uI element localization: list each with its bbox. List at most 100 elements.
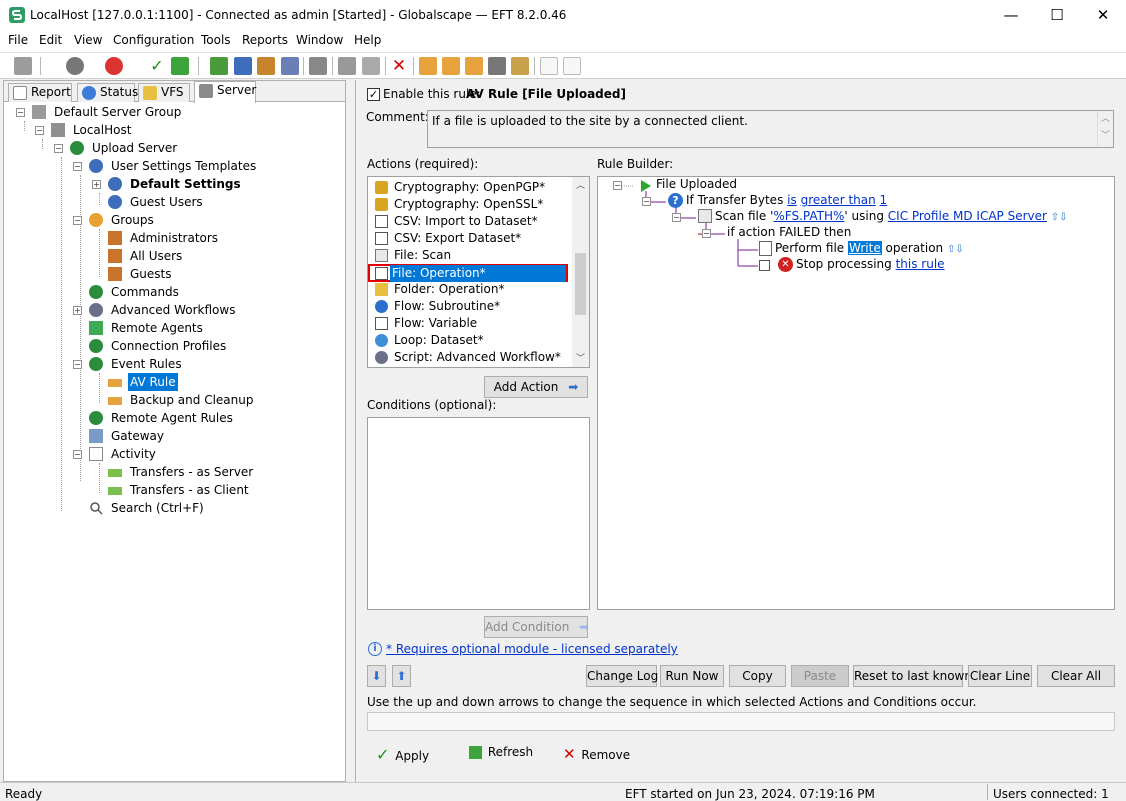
change-log-button[interactable]: Change Log — [586, 665, 658, 687]
apply-button[interactable]: ✓ Apply — [376, 745, 429, 764]
rule-tree-expander[interactable]: − — [613, 181, 622, 190]
folder-open-icon[interactable] — [362, 57, 380, 75]
menu-window[interactable]: Window — [296, 33, 343, 47]
refresh-button[interactable]: Refresh — [469, 745, 533, 759]
tree-item-transfers-as-server[interactable]: Transfers - as Server — [108, 463, 308, 481]
tab-server[interactable]: Server — [194, 81, 256, 103]
reset-to-last-known-button[interactable]: Reset to last known — [853, 665, 972, 687]
add-action-button[interactable]: Add Action ➡ — [484, 376, 588, 398]
stop-processing-checkbox[interactable] — [759, 260, 770, 271]
actions-list[interactable]: Cryptography: OpenPGP* Cryptography: Ope… — [367, 176, 590, 368]
tree-item-user-settings-templates[interactable]: User Settings Templates — [89, 157, 289, 175]
tree-item-advanced-workflows[interactable]: Advanced Workflows — [89, 301, 289, 319]
menu-tools[interactable]: Tools — [201, 33, 231, 47]
move-down-button[interactable]: ⬇ — [367, 665, 386, 687]
settings-icon[interactable] — [234, 57, 252, 75]
tree-expander[interactable]: − — [54, 144, 63, 153]
this-rule-link[interactable]: this rule — [896, 257, 945, 271]
condition-is-link[interactable]: is — [787, 193, 797, 207]
rule-trigger[interactable]: File Uploaded — [656, 177, 737, 191]
tree-item-backup-and-cleanup[interactable]: Backup and Cleanup — [108, 391, 308, 409]
tree-expander[interactable]: − — [73, 162, 82, 171]
minimize-button[interactable]: — — [988, 0, 1034, 30]
tree-expander[interactable]: + — [73, 306, 82, 315]
tree-expander[interactable]: − — [73, 216, 82, 225]
move-up-down-icon[interactable]: ⇧⇩ — [947, 244, 964, 255]
tree-expander[interactable]: − — [73, 360, 82, 369]
tree-item-remote-agent-rules[interactable]: Remote Agent Rules — [89, 409, 289, 427]
tree-item-search[interactable]: Search (Ctrl+F) — [89, 499, 289, 517]
users-icon[interactable] — [257, 57, 275, 75]
tree-item-upload-server[interactable]: Upload Server — [70, 139, 220, 157]
menu-configuration[interactable]: Configuration — [113, 33, 194, 47]
report-icon[interactable] — [563, 57, 581, 75]
tree-item-groups[interactable]: Groups — [89, 211, 239, 229]
check-icon[interactable]: ✓ — [148, 57, 166, 75]
template-icon[interactable] — [281, 57, 299, 75]
tree-item-transfers-as-client[interactable]: Transfers - as Client — [108, 481, 308, 499]
actions-scrollbar[interactable]: ︿ ﹀ — [572, 177, 589, 367]
tree-item-commands[interactable]: Commands — [89, 283, 289, 301]
move-up-down-icon[interactable]: ⇧⇩ — [1051, 212, 1068, 223]
menu-reports[interactable]: Reports — [242, 33, 288, 47]
tree-item-activity[interactable]: Activity — [89, 445, 289, 463]
admin-icon[interactable] — [309, 57, 327, 75]
optional-module-link[interactable]: * Requires optional module - licensed se… — [386, 642, 678, 656]
rule-new-icon[interactable] — [419, 57, 437, 75]
clear-all-button[interactable]: Clear All — [1037, 665, 1115, 687]
conditions-list[interactable] — [367, 417, 590, 610]
stop-icon[interactable] — [105, 57, 123, 75]
page-icon[interactable] — [540, 57, 558, 75]
condition-value-link[interactable]: 1 — [880, 193, 888, 207]
scan-profile-link[interactable]: CIC Profile MD ICAP Server — [888, 209, 1047, 223]
maximize-button[interactable]: ☐ — [1034, 0, 1080, 30]
connect-icon[interactable] — [14, 57, 32, 75]
move-up-button[interactable]: ⬆ — [392, 665, 411, 687]
tools-icon[interactable] — [511, 57, 529, 75]
tab-report[interactable]: Report — [8, 83, 72, 102]
refresh-icon[interactable] — [171, 57, 189, 75]
tree-expander[interactable]: + — [92, 180, 101, 189]
copy-button[interactable]: Copy — [729, 665, 786, 687]
condition-operator-link[interactable]: greater than — [801, 193, 876, 207]
go-icon[interactable] — [66, 57, 84, 75]
tree-item-guests[interactable]: Guests — [108, 265, 308, 283]
tab-vfs[interactable]: VFS — [138, 83, 190, 102]
rule-copy-icon[interactable] — [465, 57, 483, 75]
menu-view[interactable]: View — [74, 33, 102, 47]
tree-item-administrators[interactable]: Administrators — [108, 229, 308, 247]
folder-new-icon[interactable] — [338, 57, 356, 75]
rule-edit-icon[interactable] — [442, 57, 460, 75]
menu-edit[interactable]: Edit — [39, 33, 62, 47]
rule-tree-expander[interactable]: − — [642, 197, 651, 206]
rule-tree-expander[interactable]: − — [702, 229, 711, 238]
perform-operation-link[interactable]: Write — [848, 241, 882, 255]
run-now-button[interactable]: Run Now — [660, 665, 724, 687]
remove-button[interactable]: ✕ Remove — [563, 745, 630, 763]
comment-field[interactable]: If a file is uploaded to the site by a c… — [427, 110, 1114, 148]
tree-item-event-rules[interactable]: Event Rules — [89, 355, 289, 373]
tree-expander[interactable]: − — [35, 126, 44, 135]
tree-item-all-users[interactable]: All Users — [108, 247, 308, 265]
tree-item-remote-agents[interactable]: Remote Agents — [89, 319, 289, 337]
action-item-file-operation[interactable]: File: Operation* — [368, 264, 568, 282]
menu-file[interactable]: File — [8, 33, 28, 47]
scan-path-link[interactable]: %FS.PATH% — [773, 209, 844, 223]
rule-builder-panel[interactable]: − File Uploaded − ? If Transfer Bytes is… — [597, 176, 1115, 610]
comment-scrollbar[interactable]: ︿ ﹀ — [1097, 111, 1113, 147]
scroll-thumb[interactable] — [575, 253, 586, 315]
rule-failed-line[interactable]: if action FAILED then — [727, 225, 851, 239]
tree-expander[interactable]: − — [73, 450, 82, 459]
scroll-down-icon[interactable]: ﹀ — [574, 351, 587, 365]
scroll-up-icon[interactable]: ︿ — [574, 178, 587, 192]
tab-status[interactable]: Status — [77, 83, 138, 102]
menu-help[interactable]: Help — [354, 33, 381, 47]
ssl-icon[interactable] — [488, 57, 506, 75]
delete-icon[interactable]: ✕ — [390, 57, 408, 75]
tree-expander[interactable]: − — [16, 108, 25, 117]
rule-tree-expander[interactable]: − — [672, 213, 681, 222]
tree-item-localhost[interactable]: LocalHost — [51, 121, 201, 139]
close-button[interactable]: ✕ — [1080, 0, 1126, 30]
tree-item-connection-profiles[interactable]: Connection Profiles — [89, 337, 289, 355]
tree-item-av-rule[interactable]: AV Rule — [108, 373, 308, 391]
